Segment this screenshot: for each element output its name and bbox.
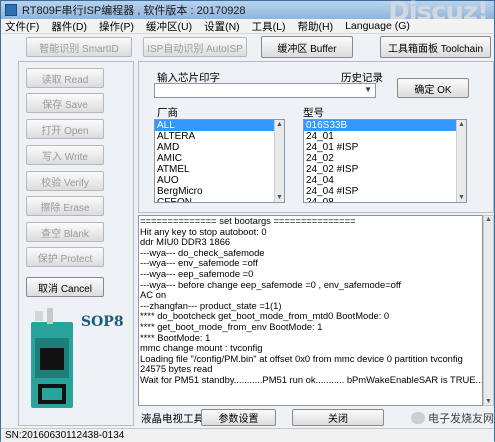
title-bar: RT809F串行ISP编程器 , 软件版本 : 20170928 Discuz! [1,0,494,27]
erase-button[interactable]: 擦除 Erase [26,196,104,216]
model-list-item[interactable]: 016S33B [304,120,466,131]
chevron-down-icon[interactable]: ▼ [364,85,372,94]
scroll-down-icon[interactable]: ▼ [275,193,284,202]
cancel-button[interactable]: 取消 Cancel [26,277,104,297]
menu-settings[interactable]: 设置(N) [204,19,240,34]
menu-device[interactable]: 器件(D) [51,19,87,34]
model-list-item[interactable]: 24_02 [304,153,466,164]
menu-buffer[interactable]: 缓冲区(U) [146,19,192,34]
menu-language[interactable]: Language (G) [345,20,410,32]
model-list[interactable]: 016S33B 24_01 24_01 #ISP 24_02 24_02 #ISP 24_… [303,119,467,203]
model-list-item[interactable]: 24_01 #ISP [304,142,466,153]
scroll-up-icon[interactable]: ▲ [275,120,284,129]
write-button[interactable]: 写入 Write [26,145,104,165]
serial-number: SN:20160630112438-0134 [5,430,125,441]
window-title: RT809F串行ISP编程器 , 软件版本 : 20170928 [22,5,246,17]
menu-operation[interactable]: 操作(P) [99,19,134,34]
vendor-scrollbar[interactable]: ▲ ▼ [274,120,284,202]
wechat-icon [411,412,425,424]
protect-button[interactable]: 保护 Protect [26,247,104,267]
status-bar: SN:20160630112438-0134 [1,428,494,442]
console-line: **** get_boot_mode_from_env BootMode: 1 [140,320,323,332]
vendor-list-item[interactable]: ATMEL [155,164,284,175]
smart-id-button[interactable]: 智能识别 SmartID [26,37,132,57]
socket-label: SOP8 [81,314,124,330]
verify-button[interactable]: 校验 Verify [26,171,104,191]
brand-label: 电子发烧友网 [428,413,494,425]
vendor-list-item[interactable]: AMIC [155,153,284,164]
vendor-list-item[interactable]: BergMicro [155,186,284,197]
menu-bar: 文件(F) 器件(D) 操作(P) 缓冲区(U) 设置(N) 工具(L) 帮助(… [1,19,494,34]
vendor-list-item[interactable]: AMD [155,142,284,153]
scroll-down-icon[interactable]: ▼ [484,398,493,405]
vendor-list-item[interactable]: ALTERA [155,131,284,142]
lcd-tool-label[interactable]: 液晶电视工具 [141,411,204,426]
model-list-item[interactable]: 24_02 #ISP [304,164,466,175]
vendor-list-item[interactable]: ALL [155,120,284,131]
vendor-list-item[interactable]: AUO [155,175,284,186]
menu-tools[interactable]: 工具(L) [252,19,286,34]
console-line: ---wya--- before change eep_safemode =0 … [140,278,401,290]
console-line: ============== set bootargs ============… [140,215,356,226]
sop8-socket-image [31,308,73,408]
model-scrollbar[interactable]: ▲ ▼ [456,120,466,202]
console-output[interactable]: ============== set bootargs ============… [138,215,483,406]
open-button[interactable]: 打开 Open [26,119,104,139]
menu-help[interactable]: 帮助(H) [298,19,334,34]
buffer-button[interactable]: 缓冲区 Buffer [261,36,353,58]
model-label: 型号 [303,107,324,119]
console-line: ---wya--- eep_safemode =0 [140,267,254,279]
auto-isp-button[interactable]: ISP自动识别 AutoISP [143,37,247,57]
wechat-brand-badge: 电子发烧友网 [411,409,494,427]
menu-file[interactable]: 文件(F) [5,19,39,34]
save-button[interactable]: 保存 Save [26,93,104,113]
toolchain-button[interactable]: 工具箱面板 Toolchain [380,36,491,58]
blank-button[interactable]: 查空 Blank [26,222,104,242]
close-button[interactable]: 关闭 [292,409,384,426]
scroll-up-icon[interactable]: ▲ [457,120,466,129]
chip-marking-input[interactable]: ▼ [154,83,376,98]
scroll-down-icon[interactable]: ▼ [457,193,466,202]
main-window: RT809F串行ISP编程器 , 软件版本 : 20170928 Discuz!… [0,0,495,442]
ok-button[interactable]: 确定 OK [397,78,469,98]
model-list-item[interactable]: 24_01 [304,131,466,142]
model-list-item[interactable]: 24_04 [304,175,466,186]
read-button[interactable]: 读取 Read [26,68,104,88]
vendor-list-item[interactable]: CFEON [155,197,284,202]
console-scrollbar[interactable]: ▲ ▼ [483,215,494,406]
model-list-item[interactable]: 24_08 [304,197,466,202]
vendor-list[interactable]: ALL ALTERA AMD AMIC ATMEL AUO BergMicro CFEON ▲… [154,119,285,203]
app-icon [5,4,17,16]
settings-button[interactable]: 参数设置 [201,409,276,426]
scroll-up-icon[interactable]: ▲ [484,216,493,223]
vendor-label: 厂商 [157,107,178,119]
model-list-item[interactable]: 24_04 #ISP [304,186,466,197]
console-line: Wait for PM51 standby...........PM51 run… [140,373,483,385]
